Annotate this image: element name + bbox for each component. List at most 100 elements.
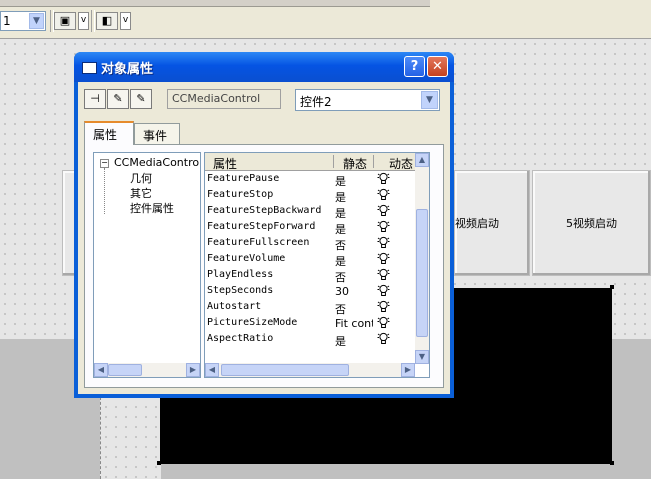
dialog-client: ⊣ ✎ ✎ CCMediaControl 控件2 ▼ 属性 事件 − CCMed… bbox=[78, 82, 450, 394]
scroll-thumb[interactable] bbox=[416, 209, 428, 337]
property-row[interactable]: FeatureStop 是 bbox=[205, 187, 417, 204]
scroll-up-button[interactable]: ▲ bbox=[415, 153, 429, 167]
selection-handle[interactable] bbox=[610, 285, 614, 289]
close-button[interactable]: ✕ bbox=[427, 56, 448, 77]
pin-button[interactable]: ⊣ bbox=[84, 89, 106, 109]
chevron-down-icon[interactable]: ▼ bbox=[29, 13, 44, 29]
lightbulb-icon[interactable] bbox=[377, 188, 390, 201]
pencil-icon: ✎ bbox=[136, 92, 146, 105]
lightbulb-icon[interactable] bbox=[377, 220, 390, 233]
property-name: FeatureVolume bbox=[207, 253, 286, 264]
scroll-thumb[interactable] bbox=[221, 364, 349, 376]
lightbulb-icon[interactable] bbox=[377, 284, 390, 297]
property-row[interactable]: FeatureFullscreen 否 bbox=[205, 235, 417, 252]
lightbulb-icon[interactable] bbox=[377, 316, 390, 329]
property-name: FeatureFullscreen bbox=[207, 237, 310, 248]
object-properties-dialog: 对象属性 ? ✕ ⊣ ✎ ✎ CCMediaControl 控件2 ▼ 属性 事… bbox=[74, 52, 454, 398]
pencil-icon: ✎ bbox=[113, 92, 123, 105]
toolbar-top-strip bbox=[0, 0, 430, 7]
chevron-down-icon[interactable]: ▼ bbox=[421, 91, 438, 109]
edit-static-button[interactable]: ✎ bbox=[107, 89, 129, 109]
tree-root[interactable]: CCMediaControl bbox=[114, 156, 200, 169]
object-select[interactable]: 控件2 ▼ bbox=[295, 89, 440, 111]
scroll-down-button[interactable]: ▼ bbox=[415, 350, 429, 364]
property-name: AspectRatio bbox=[207, 333, 274, 344]
align-icon[interactable]: ▣ bbox=[54, 12, 76, 30]
scroll-right-button[interactable]: ▶ bbox=[186, 363, 200, 377]
editor-toolbar: 1 ▼ ▣ v ◧ v bbox=[0, 0, 651, 39]
tree-connector bbox=[104, 168, 106, 214]
property-name: Autostart bbox=[207, 301, 262, 312]
object-tree[interactable]: − CCMediaControl 几何 其它 控件属性 ◀ ▶ bbox=[93, 152, 201, 378]
tree-item-other[interactable]: 其它 bbox=[130, 185, 152, 201]
line-width-combo[interactable]: 1 ▼ bbox=[0, 11, 46, 31]
property-row[interactable]: FeatureVolume 是 bbox=[205, 251, 417, 268]
selection-handle[interactable] bbox=[610, 461, 614, 465]
canvas-button-5[interactable]: 5视频启动 bbox=[532, 170, 651, 276]
property-row[interactable]: PlayEndless 否 bbox=[205, 267, 417, 284]
property-row[interactable]: FeaturePause 是 bbox=[205, 171, 417, 188]
lightbulb-icon[interactable] bbox=[377, 236, 390, 249]
class-name-field: CCMediaControl bbox=[167, 89, 281, 109]
scroll-left-button[interactable]: ◀ bbox=[205, 363, 219, 377]
tab-divider bbox=[84, 144, 444, 145]
align-dropdown[interactable]: v bbox=[78, 12, 89, 30]
pin-icon: ⊣ bbox=[90, 92, 100, 105]
align-tool[interactable]: ▣ v bbox=[54, 11, 89, 31]
property-name: StepSeconds bbox=[207, 285, 274, 296]
property-name: PictureSizeMode bbox=[207, 317, 298, 328]
tree-item-control-properties[interactable]: 控件属性 bbox=[130, 200, 174, 216]
property-row[interactable]: AspectRatio 是 bbox=[205, 331, 417, 349]
help-button[interactable]: ? bbox=[404, 56, 425, 77]
edit-dynamic-button[interactable]: ✎ bbox=[130, 89, 152, 109]
property-row[interactable]: FeatureStepForward 是 bbox=[205, 219, 417, 236]
paint-bucket-icon[interactable]: ◧ bbox=[96, 12, 118, 30]
property-row[interactable]: FeatureStepBackward 是 bbox=[205, 203, 417, 220]
line-width-value: 1 bbox=[3, 14, 11, 28]
lightbulb-icon[interactable] bbox=[377, 172, 390, 185]
tab-events[interactable]: 事件 bbox=[134, 123, 180, 144]
tree-hscrollbar[interactable]: ◀ ▶ bbox=[94, 363, 200, 377]
property-grid[interactable]: 属性 静态 动态 FeaturePause 是 FeatureStop 是 Featur… bbox=[204, 152, 430, 378]
canvas-lower-grid bbox=[100, 392, 161, 479]
lightbulb-icon[interactable] bbox=[377, 300, 390, 313]
header-separator bbox=[333, 155, 334, 168]
lightbulb-icon[interactable] bbox=[377, 268, 390, 281]
property-grid-header: 属性 静态 动态 bbox=[205, 153, 417, 171]
property-row[interactable]: Autostart 否 bbox=[205, 299, 417, 316]
property-name: PlayEndless bbox=[207, 269, 274, 280]
property-static-value[interactable]: Fit content bbox=[335, 317, 373, 330]
header-separator bbox=[373, 155, 374, 168]
lightbulb-icon[interactable] bbox=[377, 252, 390, 265]
lightbulb-icon[interactable] bbox=[377, 332, 390, 345]
scroll-left-button[interactable]: ◀ bbox=[94, 363, 108, 377]
lightbulb-icon[interactable] bbox=[377, 204, 390, 217]
property-name: FeatureStepForward bbox=[207, 221, 316, 232]
dialog-titlebar[interactable]: 对象属性 ? ✕ bbox=[74, 52, 454, 82]
property-row[interactable]: StepSeconds 30 bbox=[205, 283, 417, 299]
object-select-value: 控件2 bbox=[300, 95, 332, 109]
header-dynamic: 动态 bbox=[389, 157, 414, 171]
header-property: 属性 bbox=[213, 157, 238, 171]
color-dropdown[interactable]: v bbox=[120, 12, 131, 30]
property-name: FeatureStepBackward bbox=[207, 205, 322, 216]
selection-handle[interactable] bbox=[157, 461, 161, 465]
color-tool[interactable]: ◧ v bbox=[96, 11, 131, 31]
property-static-value[interactable]: 是 bbox=[335, 333, 373, 349]
canvas-button-5-label: 5视频启动 bbox=[566, 217, 617, 230]
props-vscrollbar[interactable]: ▲ ▼ bbox=[415, 153, 429, 364]
canvas-button-4-label: 视频启动 bbox=[455, 217, 499, 230]
tree-item-geometry[interactable]: 几何 bbox=[130, 170, 152, 186]
property-row[interactable]: PictureSizeMode Fit content bbox=[205, 315, 417, 331]
scroll-thumb[interactable] bbox=[108, 364, 142, 376]
window-icon bbox=[82, 62, 97, 74]
collapse-icon[interactable]: − bbox=[100, 159, 109, 168]
dialog-title: 对象属性 bbox=[101, 62, 154, 77]
scroll-right-button[interactable]: ▶ bbox=[401, 363, 415, 377]
canvas-button-4[interactable]: 视频启动 bbox=[454, 170, 530, 276]
property-static-value[interactable]: 30 bbox=[335, 285, 373, 298]
property-name: FeatureStop bbox=[207, 189, 274, 200]
toolbar-separator bbox=[91, 10, 95, 32]
tab-properties[interactable]: 属性 bbox=[84, 121, 134, 145]
props-hscrollbar[interactable]: ◀ ▶ bbox=[205, 363, 415, 377]
